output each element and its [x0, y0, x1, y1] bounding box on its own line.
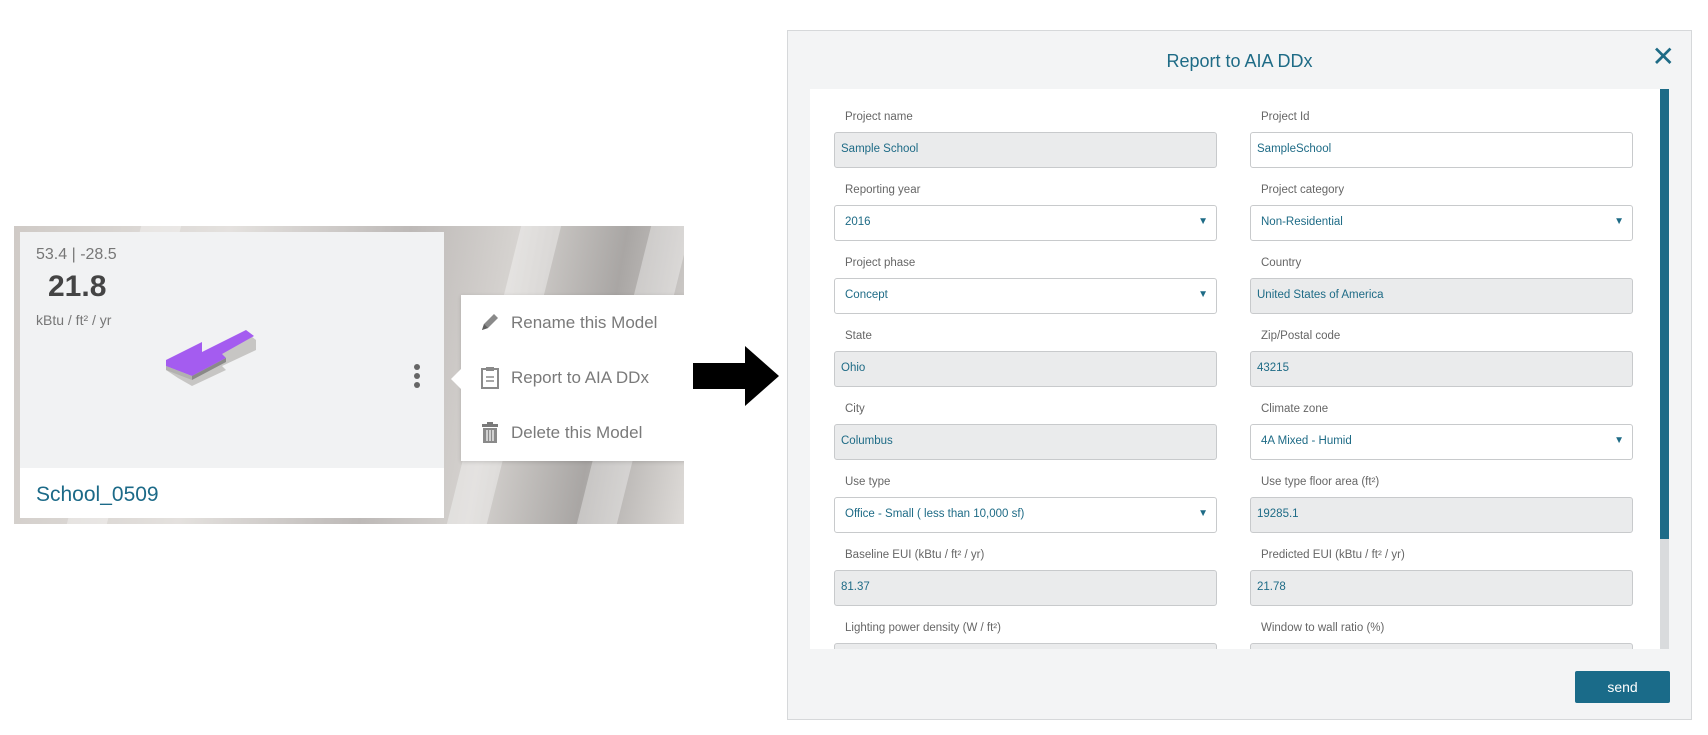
- zip-field: Zip/Postal code 43215: [1250, 330, 1633, 387]
- scrollbar-thumb[interactable]: [1660, 89, 1669, 539]
- use-type-area-input[interactable]: 19285.1: [1250, 497, 1633, 533]
- predicted-eui-input[interactable]: 21.78: [1250, 570, 1633, 606]
- field-label: City: [845, 403, 865, 415]
- chevron-down-icon: ▼: [1198, 508, 1208, 519]
- field-label: Project name: [845, 111, 913, 123]
- report-form: Project name Sample School Project Id Sa…: [810, 89, 1660, 649]
- menu-item-label: Rename this Model: [511, 313, 658, 332]
- right-arrow-icon: [693, 346, 779, 406]
- chevron-down-icon: ▼: [1614, 216, 1624, 227]
- field-label: Window to wall ratio (%): [1261, 622, 1385, 634]
- chevron-down-icon: ▼: [1198, 289, 1208, 300]
- pencil-icon: [482, 314, 498, 330]
- window-wall-ratio-field: Window to wall ratio (%): [1250, 622, 1633, 649]
- city-field: City Columbus: [834, 403, 1217, 460]
- model-card[interactable]: 53.4 | -28.5 21.8 kBtu / ft² / yr School…: [20, 232, 444, 518]
- project-phase-field: Project phase Concept ▼: [834, 257, 1217, 314]
- window-wall-ratio-input[interactable]: [1250, 643, 1633, 649]
- delete-model-menu-item[interactable]: Delete this Model: [461, 408, 684, 458]
- model-thumbnail-icon: [166, 330, 256, 386]
- close-icon[interactable]: ✕: [1652, 43, 1675, 71]
- baseline-eui-field: Baseline EUI (kBtu / ft² / yr) 81.37: [834, 549, 1217, 606]
- climate-zone-select[interactable]: 4A Mixed - Humid ▼: [1250, 424, 1633, 460]
- clipboard-icon: [481, 367, 499, 389]
- state-field: State Ohio: [834, 330, 1217, 387]
- use-type-select[interactable]: Office - Small ( less than 10,000 sf) ▼: [834, 497, 1217, 533]
- select-value: 4A Mixed - Humid: [1261, 435, 1352, 447]
- baseline-eui-input[interactable]: 81.37: [834, 570, 1217, 606]
- country-field: Country United States of America: [1250, 257, 1633, 314]
- zip-input[interactable]: 43215: [1250, 351, 1633, 387]
- rename-model-menu-item[interactable]: Rename this Model: [461, 298, 684, 348]
- chevron-down-icon: ▼: [1198, 216, 1208, 227]
- field-label: Use type floor area (ft²): [1261, 476, 1380, 488]
- city-input[interactable]: Columbus: [834, 424, 1217, 460]
- lighting-power-density-input[interactable]: [834, 643, 1217, 649]
- eui-unit: kBtu / ft² / yr: [36, 312, 112, 328]
- kebab-menu-icon[interactable]: [412, 364, 422, 394]
- predicted-eui-field: Predicted EUI (kBtu / ft² / yr) 21.78: [1250, 549, 1633, 606]
- card-footer: School_0509: [20, 468, 444, 518]
- select-value: Non-Residential: [1261, 216, 1343, 228]
- project-category-select[interactable]: Non-Residential ▼: [1250, 205, 1633, 241]
- select-value: Office - Small ( less than 10,000 sf): [845, 508, 1025, 520]
- field-label: Reporting year: [845, 184, 921, 196]
- model-coordinates: 53.4 | -28.5: [36, 246, 117, 263]
- reporting-year-select[interactable]: 2016 ▼: [834, 205, 1217, 241]
- reporting-year-field: Reporting year 2016 ▼: [834, 184, 1217, 241]
- use-type-area-field: Use type floor area (ft²) 19285.1: [1250, 476, 1633, 533]
- report-modal: Report to AIA DDx ✕ Project name Sample …: [787, 30, 1692, 720]
- field-label: Predicted EUI (kBtu / ft² / yr): [1261, 549, 1405, 561]
- project-name-input[interactable]: Sample School: [834, 132, 1217, 168]
- field-label: Lighting power density (W / ft²): [845, 622, 1001, 634]
- select-value: Concept: [845, 289, 888, 301]
- project-name-field: Project name Sample School: [834, 111, 1217, 168]
- field-label: Climate zone: [1261, 403, 1329, 415]
- lighting-power-density-field: Lighting power density (W / ft²): [834, 622, 1217, 649]
- project-category-field: Project category Non-Residential ▼: [1250, 184, 1633, 241]
- chevron-down-icon: ▼: [1614, 435, 1624, 446]
- modal-title: Report to AIA DDx: [1166, 51, 1313, 71]
- menu-item-label: Delete this Model: [511, 423, 643, 442]
- country-input[interactable]: United States of America: [1250, 278, 1633, 314]
- select-value: 2016: [845, 216, 871, 228]
- use-type-field: Use type Office - Small ( less than 10,0…: [834, 476, 1217, 533]
- eui-value: 21.8: [48, 270, 107, 303]
- model-context-menu: Rename this Model Report to AIA DDx Dele…: [451, 295, 684, 461]
- field-label: Zip/Postal code: [1261, 330, 1341, 342]
- model-name[interactable]: School_0509: [36, 483, 159, 507]
- field-label: Use type: [845, 476, 891, 488]
- send-button[interactable]: send: [1575, 671, 1670, 703]
- field-label: Country: [1261, 257, 1302, 269]
- climate-zone-field: Climate zone 4A Mixed - Humid ▼: [1250, 403, 1633, 460]
- report-aia-ddx-menu-item[interactable]: Report to AIA DDx: [461, 353, 684, 403]
- field-label: Project phase: [845, 257, 916, 269]
- project-id-input[interactable]: SampleSchool: [1250, 132, 1633, 168]
- model-panel-background: 53.4 | -28.5 21.8 kBtu / ft² / yr School…: [14, 226, 684, 524]
- project-id-field: Project Id SampleSchool: [1250, 111, 1633, 168]
- field-label: Baseline EUI (kBtu / ft² / yr): [845, 549, 985, 561]
- trash-icon: [482, 422, 498, 443]
- field-label: Project category: [1261, 184, 1345, 196]
- form-scrollbar[interactable]: [1660, 89, 1669, 649]
- field-label: Project Id: [1261, 111, 1310, 123]
- field-label: State: [845, 330, 872, 342]
- project-phase-select[interactable]: Concept ▼: [834, 278, 1217, 314]
- menu-item-label: Report to AIA DDx: [511, 368, 649, 387]
- state-input[interactable]: Ohio: [834, 351, 1217, 387]
